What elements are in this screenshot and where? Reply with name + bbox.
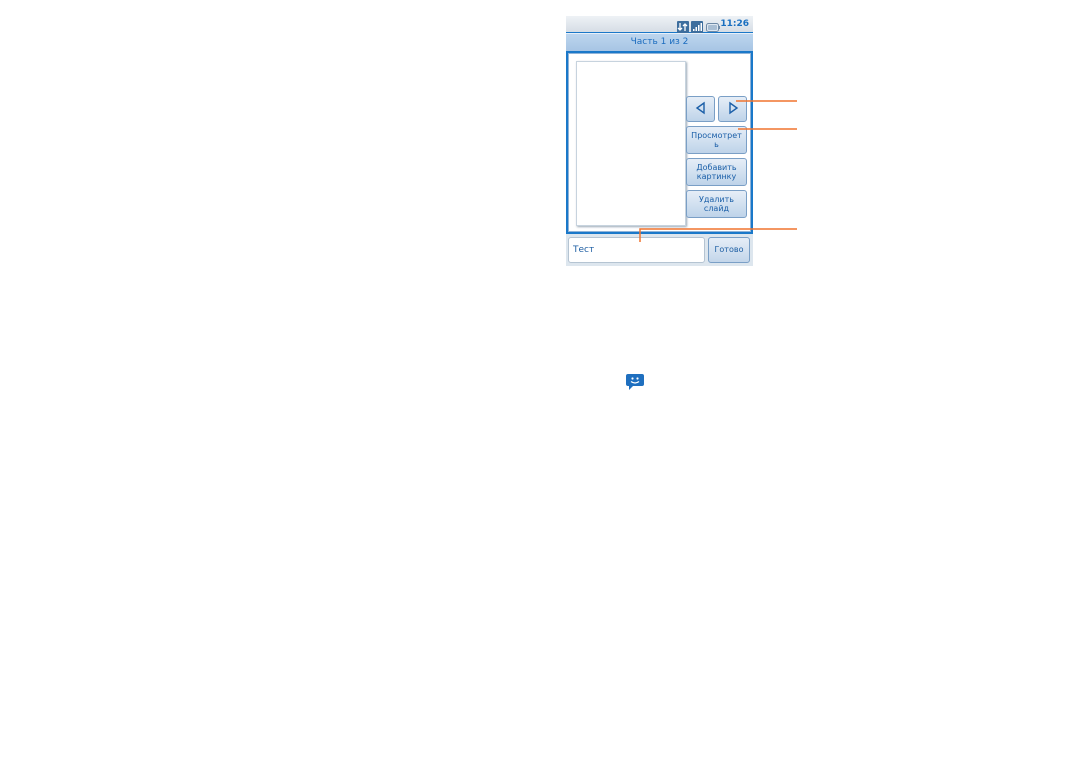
preview-button[interactable]: Просмотрет ь [686,126,747,154]
right-arrow-icon [726,101,740,117]
phone-screen: 11:26 Часть 1 из 2 Просмотрет ь Добавить [566,16,753,266]
add-picture-label-line1: Добавить [696,163,737,172]
delete-slide-button[interactable]: Удалить слайд [686,190,747,218]
smiley-message-icon [625,373,645,395]
callout-lines [639,100,797,242]
status-bar: 11:26 [566,16,753,33]
delete-slide-label-line2: слайд [703,204,730,213]
prev-slide-button[interactable] [686,96,715,122]
slide-canvas[interactable] [576,61,686,226]
next-slide-button[interactable] [718,96,747,122]
preview-label-line2: ь [714,140,719,149]
delete-slide-label-line1: Удалить [699,195,734,204]
slide-text-input[interactable]: Тест [568,237,705,263]
left-arrow-icon [694,101,708,117]
add-picture-button[interactable]: Добавить картинку [686,158,747,186]
status-time: 11:26 [720,19,749,29]
composer-bar: Тест Готово [566,234,753,266]
preview-label-line1: Просмотрет [691,131,742,140]
page-title: Часть 1 из 2 [566,33,753,51]
add-picture-label-line2: картинку [696,172,737,181]
done-button[interactable]: Готово [708,237,750,263]
slide-editor-panel: Просмотрет ь Добавить картинку Удалить с… [568,53,751,232]
